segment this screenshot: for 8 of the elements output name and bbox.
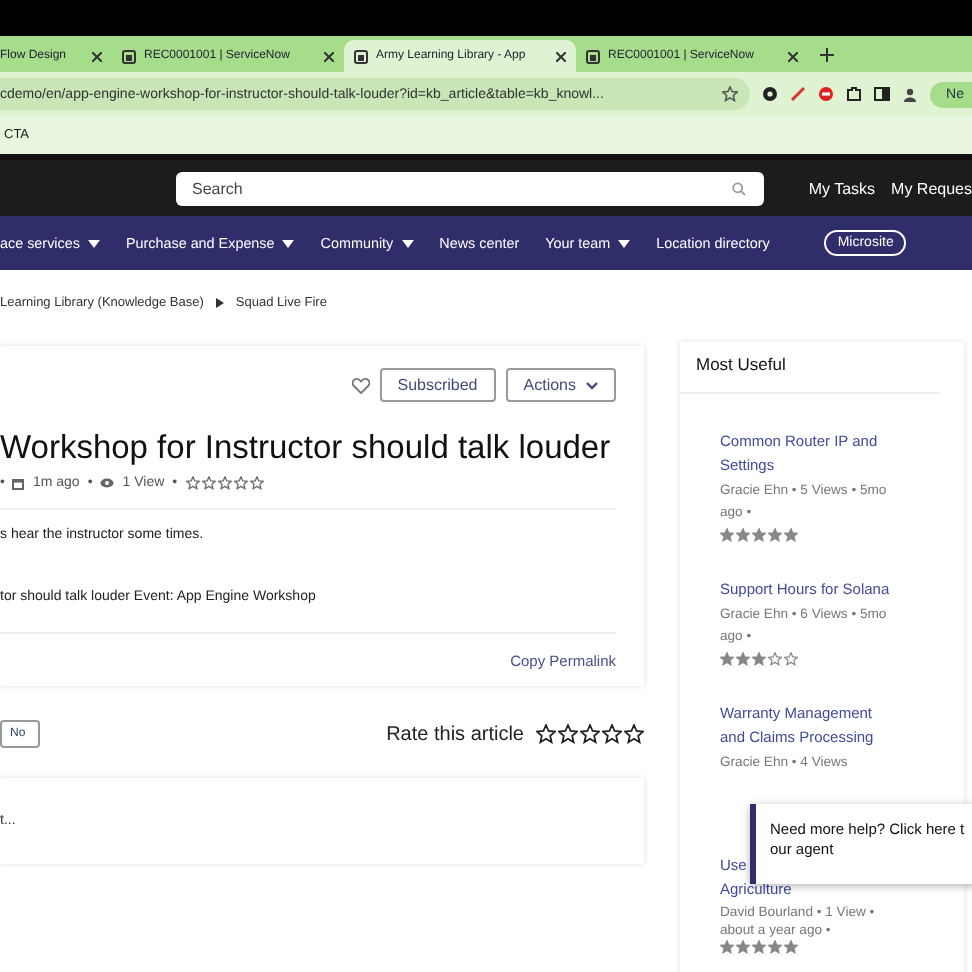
search-field[interactable]: Search bbox=[176, 171, 765, 205]
article-title: Workshop for Instructor should talk louder bbox=[0, 430, 613, 468]
header-link[interactable]: My Tasks bbox=[808, 179, 876, 197]
header-link[interactable]: My Reques bbox=[891, 179, 972, 197]
rate-label: Rate this article bbox=[386, 723, 524, 745]
sidebar-title: Most Useful bbox=[680, 342, 940, 394]
actions-button[interactable]: Actions bbox=[505, 368, 616, 402]
subscribe-button[interactable]: Subscribed bbox=[379, 368, 496, 402]
